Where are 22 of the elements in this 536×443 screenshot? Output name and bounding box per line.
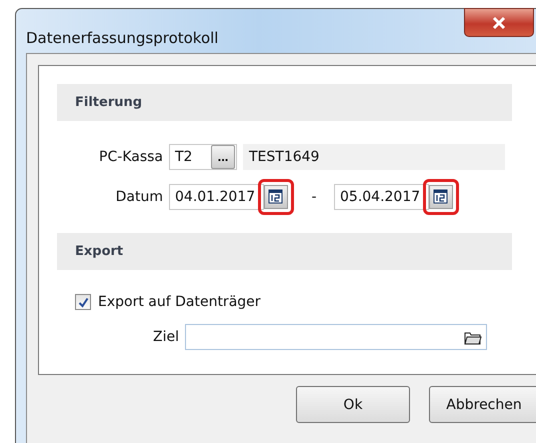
close-button[interactable] xyxy=(464,8,534,37)
field-label: PC-Kassa xyxy=(98,149,164,165)
input-field[interactable] xyxy=(185,324,487,350)
field-label: Ziel xyxy=(152,329,180,345)
browse-button[interactable]: ... xyxy=(211,145,235,169)
field-label: Datum xyxy=(114,189,164,205)
calendar-icon xyxy=(268,189,284,205)
checkbox-label: Export auf Datenträger xyxy=(98,294,261,310)
window-title: Datenerfassungsprotokoll xyxy=(26,29,218,47)
close-icon xyxy=(491,16,507,30)
section-heading: Filterung xyxy=(75,95,142,110)
ok-button[interactable]: Ok xyxy=(296,386,410,423)
date-field[interactable]: 05.04.2017 xyxy=(334,184,429,210)
calendar-icon xyxy=(433,189,449,205)
cancel-button[interactable]: Abbrechen xyxy=(429,386,536,423)
calendar-button[interactable] xyxy=(264,185,288,209)
date-field[interactable]: 04.01.2017 xyxy=(169,184,264,210)
readonly-field: TEST1649 xyxy=(243,144,505,170)
calendar-button[interactable] xyxy=(429,185,453,209)
range-separator: - xyxy=(310,189,318,205)
checkbox[interactable] xyxy=(75,294,91,310)
section-heading: Export xyxy=(75,244,124,259)
